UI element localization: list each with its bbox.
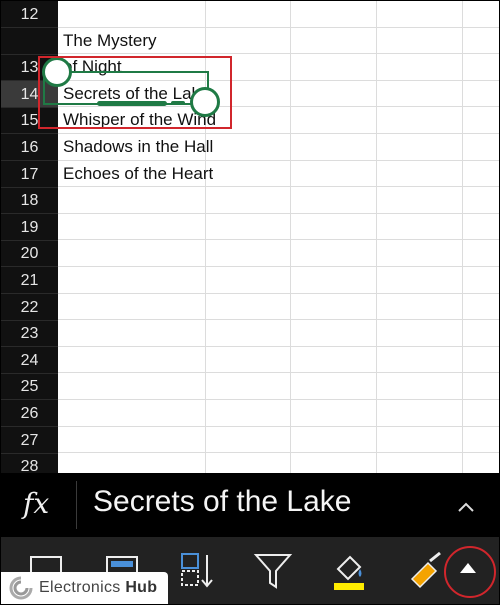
brand-second: Hub	[125, 579, 158, 596]
filter-icon[interactable]	[251, 549, 295, 593]
brand-first: Electronics	[39, 579, 121, 596]
row-divider	[58, 452, 499, 454]
cell-text[interactable]: Echoes of the Heart	[63, 161, 213, 187]
column-divider	[376, 1, 377, 473]
cell-text[interactable]: Shadows in the Hall	[63, 134, 213, 160]
formula-value[interactable]: Secrets of the Lake	[93, 485, 352, 519]
row-divider	[58, 292, 499, 294]
app-window: 12 13 14 15 16 17 18 19 20 21 22 23 24 25 26 27 28 The M…	[0, 0, 500, 605]
row-number[interactable]: 18	[1, 187, 58, 215]
watermark-text: Electronics Hub	[39, 579, 157, 597]
electronics-hub-logo-icon	[9, 576, 33, 600]
row-number[interactable]: 27	[1, 427, 58, 454]
row-number[interactable]: 22	[1, 294, 58, 321]
formula-separator	[76, 481, 77, 529]
row-number[interactable]: 19	[1, 214, 58, 241]
row-divider	[58, 345, 499, 347]
row-divider	[58, 372, 499, 374]
watermark-brand: Electronics Hub	[1, 572, 168, 604]
row-divider	[58, 212, 499, 214]
formula-bar[interactable]: fx Secrets of the Lake	[1, 473, 499, 537]
row-number[interactable]: 24	[1, 347, 58, 374]
spreadsheet-grid[interactable]: 12 13 14 15 16 17 18 19 20 21 22 23 24 25 26 27 28 The M…	[1, 1, 499, 473]
row-number[interactable]	[1, 28, 58, 55]
row-number[interactable]: 23	[1, 320, 58, 348]
row-number[interactable]: 25	[1, 373, 58, 401]
clear-format-icon[interactable]	[404, 549, 448, 593]
row-divider	[58, 319, 499, 321]
row-number[interactable]: 28	[1, 453, 58, 473]
sort-icon[interactable]	[177, 549, 221, 593]
expand-up-icon[interactable]	[460, 563, 476, 573]
annotation-highlight-box	[38, 56, 232, 129]
cell-text[interactable]: The Mystery	[63, 28, 157, 54]
column-divider	[462, 1, 463, 473]
fx-icon[interactable]: fx	[23, 487, 49, 520]
column-divider	[290, 1, 291, 473]
row-number[interactable]: 26	[1, 400, 58, 427]
row-number[interactable]: 12	[1, 1, 58, 28]
row-divider	[58, 425, 499, 427]
row-number[interactable]: 21	[1, 267, 58, 294]
row-number[interactable]: 16	[1, 134, 58, 161]
row-number[interactable]: 20	[1, 240, 58, 268]
chevron-up-icon[interactable]	[457, 493, 475, 519]
fill-color-icon[interactable]	[328, 549, 372, 593]
row-divider	[58, 266, 499, 267]
row-number[interactable]: 17	[1, 161, 58, 188]
row-divider	[58, 399, 499, 400]
row-divider	[58, 239, 499, 241]
